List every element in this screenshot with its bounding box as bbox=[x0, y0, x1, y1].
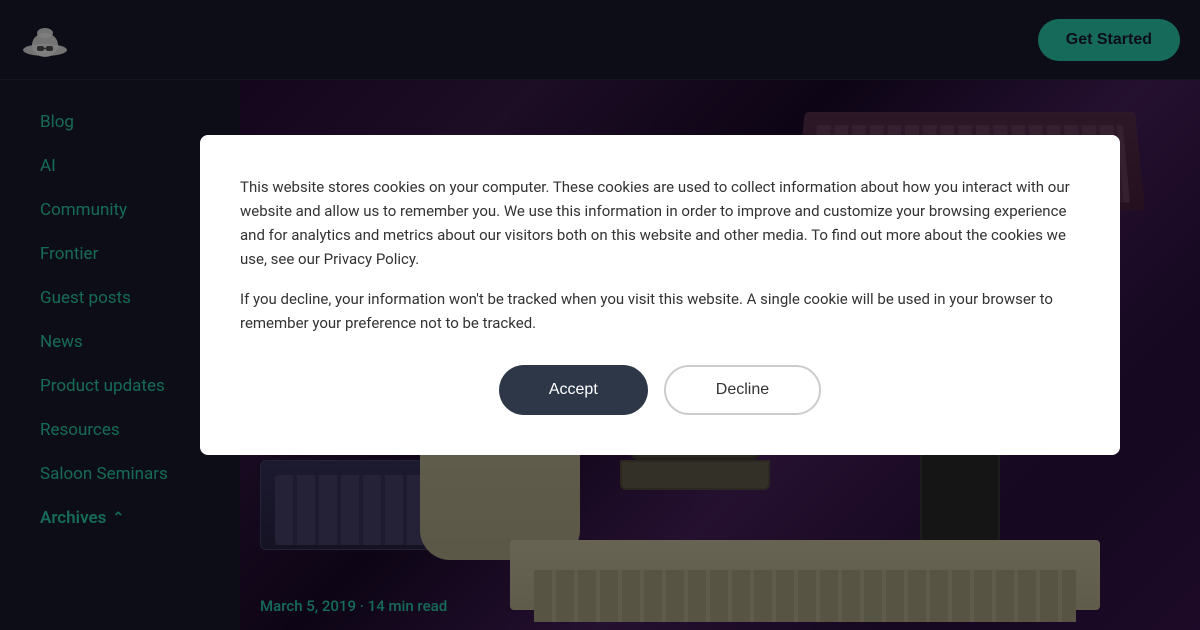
cookie-text-2: If you decline, your information won't b… bbox=[240, 287, 1080, 335]
accept-button[interactable]: Accept bbox=[499, 365, 648, 415]
cookie-buttons: Accept Decline bbox=[240, 365, 1080, 415]
cookie-text-1: This website stores cookies on your comp… bbox=[240, 175, 1080, 271]
cookie-overlay: This website stores cookies on your comp… bbox=[0, 0, 1200, 630]
decline-button[interactable]: Decline bbox=[664, 365, 821, 415]
cookie-modal: This website stores cookies on your comp… bbox=[200, 135, 1120, 455]
